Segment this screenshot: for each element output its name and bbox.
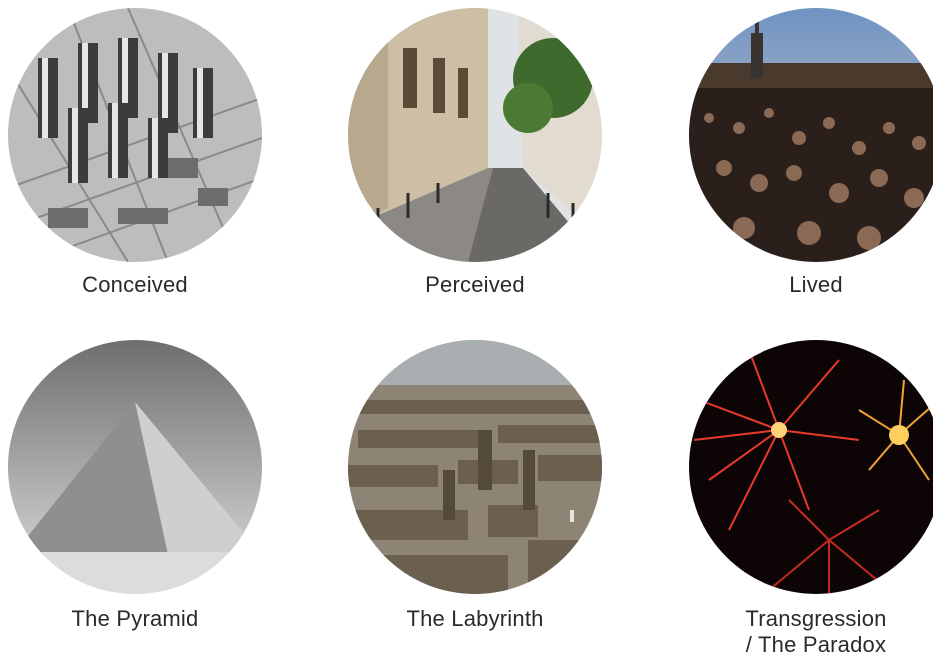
caption-perceived: Perceived [425, 272, 525, 297]
crowd-square-photo [689, 8, 933, 262]
caption-the-pyramid: The Pyramid [71, 606, 199, 631]
caption-line-1: Transgression [745, 606, 887, 631]
caption-transgression: Transgression / The Paradox [686, 606, 933, 658]
paris-street-photo [348, 8, 602, 262]
labyrinth-photo [348, 340, 602, 594]
caption-lived: Lived [789, 272, 843, 297]
city-model-photo [8, 8, 262, 262]
caption-conceived: Conceived [82, 272, 188, 297]
caption-line-2: / The Paradox [745, 632, 887, 657]
caption-the-labyrinth: The Labyrinth [406, 606, 544, 631]
fireworks-photo [689, 340, 933, 594]
pyramid-photo [8, 340, 262, 594]
